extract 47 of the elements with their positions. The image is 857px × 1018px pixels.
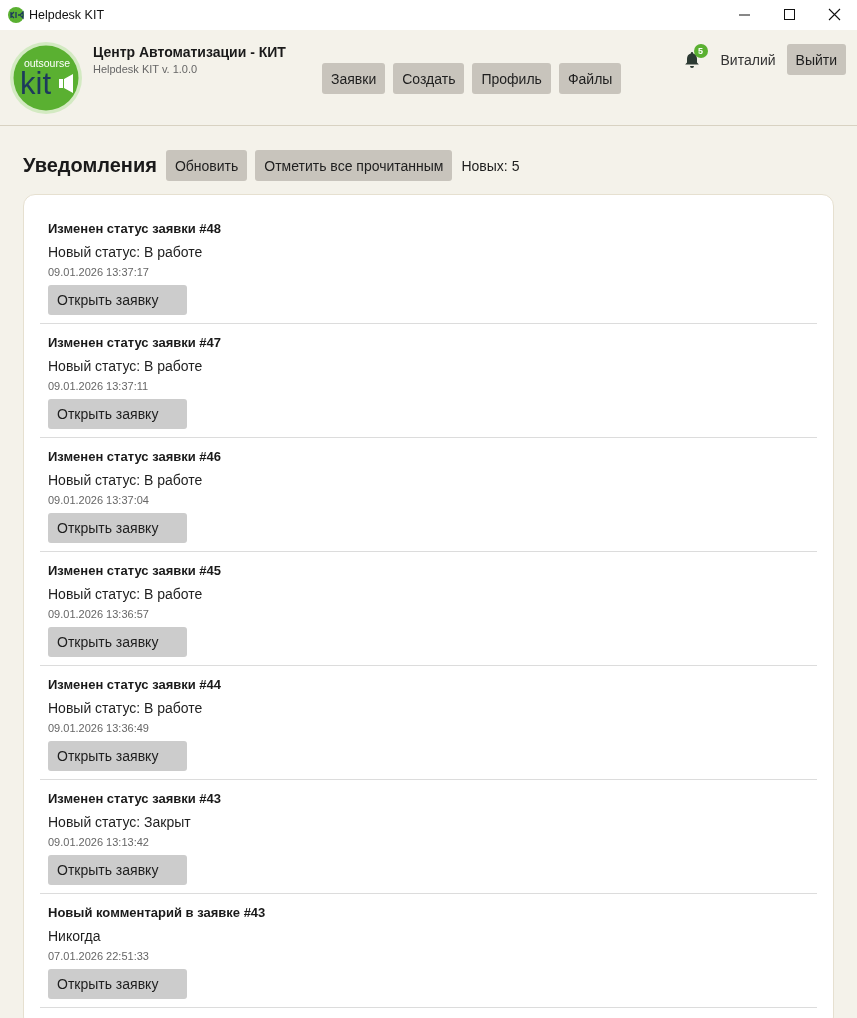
notification-title: Изменен статус заявки #48 xyxy=(48,220,222,238)
logo-tagline: outsourse xyxy=(23,57,71,69)
action-button[interactable]: Обновить xyxy=(165,150,248,181)
notification-time: 09.01.2026 13:13:42 xyxy=(48,835,149,850)
notification-text: Новый статус: В работе xyxy=(48,585,203,604)
notification-title: Изменен статус заявки #47 xyxy=(48,334,222,352)
open-ticket-button[interactable]: Открыть заявку xyxy=(48,399,187,429)
logout-button[interactable]: Выйти xyxy=(786,44,846,75)
notification-title: Новый комментарий в заявке #43 xyxy=(48,904,266,922)
notification-title: Изменен статус заявки #45 xyxy=(48,562,222,580)
open-ticket-button[interactable]: Открыть заявку xyxy=(48,855,187,885)
nav-button[interactable]: Создать xyxy=(393,63,465,94)
action-button[interactable]: Отметить все прочитанным xyxy=(255,150,453,181)
nav-button[interactable]: Заявки xyxy=(322,63,386,94)
page-heading: Уведомления xyxy=(23,154,157,177)
notification-text: Новый статус: Закрыт xyxy=(48,813,191,832)
open-ticket-button[interactable]: Открыть заявку xyxy=(48,285,187,315)
notification-time: 07.01.2026 22:51:33 xyxy=(48,949,149,964)
bell-icon[interactable] xyxy=(683,51,700,68)
notification-title: Изменен статус заявки #44 xyxy=(48,676,222,694)
notification-text: Новый статус: В работе xyxy=(48,471,203,490)
nav-button[interactable]: Файлы xyxy=(558,63,622,94)
user-name: Виталий xyxy=(720,51,776,68)
notification-text: Никогда xyxy=(48,927,101,946)
window-title: Helpdesk KIT xyxy=(29,8,105,22)
app-version: Helpdesk KIT v. 1.0.0 xyxy=(93,62,199,77)
new-count: Новых: 5 xyxy=(461,157,520,174)
open-ticket-button[interactable]: Открыть заявку xyxy=(48,627,187,657)
open-ticket-button[interactable]: Открыть заявку xyxy=(48,513,187,543)
notification-time: 09.01.2026 13:36:57 xyxy=(48,607,149,622)
nav-button[interactable]: Профиль xyxy=(472,63,551,94)
notification-time: 09.01.2026 13:36:49 xyxy=(48,721,149,736)
notification-badge: 5 xyxy=(693,44,708,58)
open-ticket-button[interactable]: Открыть заявку xyxy=(48,741,187,771)
notification-text: Новый статус: В работе xyxy=(48,699,203,718)
notification-text: Новый статус: В работе xyxy=(48,357,203,376)
notification-title: Изменен статус заявки #46 xyxy=(48,448,222,466)
notification-time: 09.01.2026 13:37:04 xyxy=(48,493,149,508)
notification-title: Изменен статус заявки #43 xyxy=(48,790,222,808)
notification-time: 09.01.2026 13:37:11 xyxy=(48,379,149,394)
notification-time: 09.01.2026 13:37:17 xyxy=(48,265,149,280)
notification-text: Новый статус: В работе xyxy=(48,243,203,262)
megaphone-icon xyxy=(59,74,73,93)
app-icon xyxy=(8,7,24,23)
open-ticket-button[interactable]: Открыть заявку xyxy=(48,969,187,999)
company-name: Центр Автоматизации - КИТ xyxy=(93,44,287,61)
logo-wordmark: kit xyxy=(20,66,51,101)
